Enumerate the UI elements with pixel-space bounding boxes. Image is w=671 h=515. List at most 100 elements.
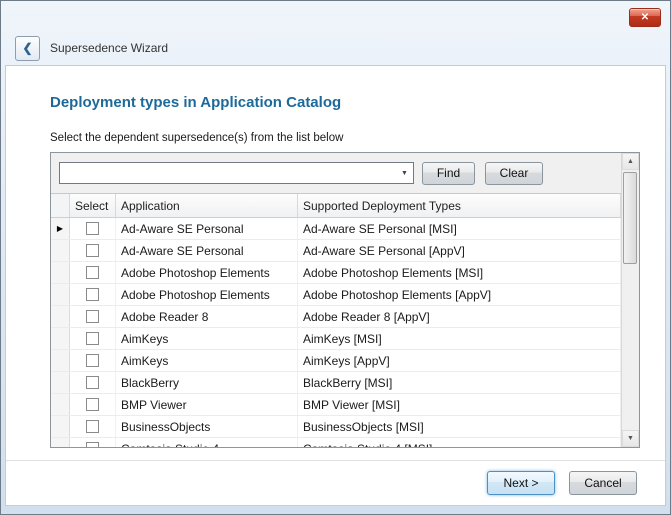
- row-select-cell: [70, 218, 116, 239]
- row-deployment-cell: BMP Viewer [MSI]: [298, 394, 621, 415]
- scrollbar-up-button[interactable]: ▲: [622, 153, 639, 170]
- row-indicator-cell: ▶: [51, 218, 70, 239]
- row-checkbox[interactable]: [86, 244, 99, 257]
- column-header-deployment-types[interactable]: Supported Deployment Types: [298, 194, 621, 217]
- row-application-cell: Camtasia Studio 4: [116, 438, 298, 447]
- titlebar[interactable]: ✕: [1, 1, 670, 31]
- row-indicator-cell: [51, 416, 70, 437]
- column-header-application[interactable]: Application: [116, 194, 298, 217]
- row-application-cell: BMP Viewer: [116, 394, 298, 415]
- row-checkbox[interactable]: [86, 442, 99, 447]
- row-checkbox[interactable]: [86, 332, 99, 345]
- table-row[interactable]: AimKeys AimKeys [MSI]: [51, 328, 621, 350]
- row-select-cell: [70, 262, 116, 283]
- row-deployment-cell: AimKeys [AppV]: [298, 350, 621, 371]
- column-header-select[interactable]: Select: [70, 194, 116, 217]
- row-application-cell: Adobe Photoshop Elements: [116, 284, 298, 305]
- panel-main: ▼ Find Clear Select Application Supporte…: [51, 153, 621, 447]
- table-row[interactable]: ▶ Ad-Aware SE Personal Ad-Aware SE Perso…: [51, 218, 621, 240]
- row-deployment-cell: BusinessObjects [MSI]: [298, 416, 621, 437]
- row-indicator-cell: [51, 262, 70, 283]
- row-deployment-cell: Ad-Aware SE Personal [MSI]: [298, 218, 621, 239]
- row-indicator-cell: [51, 240, 70, 261]
- row-indicator-cell: [51, 328, 70, 349]
- header-corner-cell: [51, 194, 70, 217]
- row-indicator-cell: [51, 438, 70, 447]
- row-select-cell: [70, 240, 116, 261]
- row-checkbox[interactable]: [86, 222, 99, 235]
- table-row[interactable]: BlackBerry BlackBerry [MSI]: [51, 372, 621, 394]
- table-row[interactable]: Adobe Reader 8 Adobe Reader 8 [AppV]: [51, 306, 621, 328]
- row-select-cell: [70, 306, 116, 327]
- row-deployment-cell: Ad-Aware SE Personal [AppV]: [298, 240, 621, 261]
- row-indicator-cell: [51, 372, 70, 393]
- row-application-cell: Ad-Aware SE Personal: [116, 218, 298, 239]
- current-row-icon: ▶: [57, 225, 63, 233]
- table-row[interactable]: Adobe Photoshop Elements Adobe Photoshop…: [51, 262, 621, 284]
- supersedence-table: Select Application Supported Deployment …: [51, 193, 621, 447]
- row-select-cell: [70, 284, 116, 305]
- row-indicator-cell: [51, 350, 70, 371]
- row-select-cell: [70, 350, 116, 371]
- combo-dropdown-button[interactable]: ▼: [396, 163, 413, 183]
- row-checkbox[interactable]: [86, 266, 99, 279]
- row-application-cell: BusinessObjects: [116, 416, 298, 437]
- filter-row: ▼ Find Clear: [51, 153, 621, 193]
- row-deployment-cell: AimKeys [MSI]: [298, 328, 621, 349]
- scroll-up-icon: ▲: [627, 158, 634, 165]
- row-checkbox[interactable]: [86, 398, 99, 411]
- row-indicator-cell: [51, 284, 70, 305]
- instruction-label: Select the dependent supersedence(s) fro…: [50, 132, 343, 144]
- row-checkbox[interactable]: [86, 288, 99, 301]
- dialog-window: ✕ ❮ Supersedence Wizard Deployment types…: [0, 0, 671, 515]
- close-icon: ✕: [641, 12, 649, 23]
- table-row[interactable]: Camtasia Studio 4 Camtasia Studio 4 [MSI…: [51, 438, 621, 447]
- footer-bar: Next > Cancel: [6, 460, 665, 505]
- supersedence-list-panel: ▼ Find Clear Select Application Supporte…: [50, 152, 640, 448]
- filter-input[interactable]: [60, 163, 396, 183]
- row-select-cell: [70, 372, 116, 393]
- row-deployment-cell: Adobe Photoshop Elements [MSI]: [298, 262, 621, 283]
- next-button[interactable]: Next >: [487, 471, 555, 495]
- clear-button[interactable]: Clear: [485, 162, 543, 185]
- row-checkbox[interactable]: [86, 310, 99, 323]
- table-row[interactable]: BMP Viewer BMP Viewer [MSI]: [51, 394, 621, 416]
- row-application-cell: AimKeys: [116, 328, 298, 349]
- row-indicator-cell: [51, 394, 70, 415]
- row-deployment-cell: Adobe Reader 8 [AppV]: [298, 306, 621, 327]
- cancel-button[interactable]: Cancel: [569, 471, 637, 495]
- scrollbar-down-button[interactable]: ▼: [622, 430, 639, 447]
- scrollbar-thumb[interactable]: [623, 172, 637, 264]
- wizard-header: ❮ Supersedence Wizard: [1, 31, 670, 65]
- row-application-cell: Adobe Reader 8: [116, 306, 298, 327]
- row-select-cell: [70, 328, 116, 349]
- find-button[interactable]: Find: [422, 162, 475, 185]
- table-row[interactable]: Adobe Photoshop Elements Adobe Photoshop…: [51, 284, 621, 306]
- table-header: Select Application Supported Deployment …: [51, 194, 621, 218]
- row-checkbox[interactable]: [86, 376, 99, 389]
- vertical-scrollbar[interactable]: ▲ ▼: [621, 153, 639, 447]
- row-deployment-cell: Camtasia Studio 4 [MSI]: [298, 438, 621, 447]
- row-indicator-cell: [51, 306, 70, 327]
- row-checkbox[interactable]: [86, 420, 99, 433]
- table-row[interactable]: BusinessObjects BusinessObjects [MSI]: [51, 416, 621, 438]
- page-title: Deployment types in Application Catalog: [50, 94, 341, 111]
- scroll-down-icon: ▼: [627, 435, 634, 442]
- close-button[interactable]: ✕: [629, 8, 661, 27]
- row-select-cell: [70, 438, 116, 447]
- row-application-cell: BlackBerry: [116, 372, 298, 393]
- back-arrow-icon: ❮: [22, 41, 32, 55]
- row-checkbox[interactable]: [86, 354, 99, 367]
- back-button[interactable]: ❮: [15, 36, 40, 61]
- row-deployment-cell: BlackBerry [MSI]: [298, 372, 621, 393]
- table-body: ▶ Ad-Aware SE Personal Ad-Aware SE Perso…: [51, 218, 621, 447]
- row-application-cell: AimKeys: [116, 350, 298, 371]
- row-select-cell: [70, 394, 116, 415]
- table-row[interactable]: AimKeys AimKeys [AppV]: [51, 350, 621, 372]
- content-area: Deployment types in Application Catalog …: [5, 65, 666, 506]
- row-application-cell: Ad-Aware SE Personal: [116, 240, 298, 261]
- row-deployment-cell: Adobe Photoshop Elements [AppV]: [298, 284, 621, 305]
- table-row[interactable]: Ad-Aware SE Personal Ad-Aware SE Persona…: [51, 240, 621, 262]
- row-select-cell: [70, 416, 116, 437]
- chevron-down-icon: ▼: [401, 170, 408, 177]
